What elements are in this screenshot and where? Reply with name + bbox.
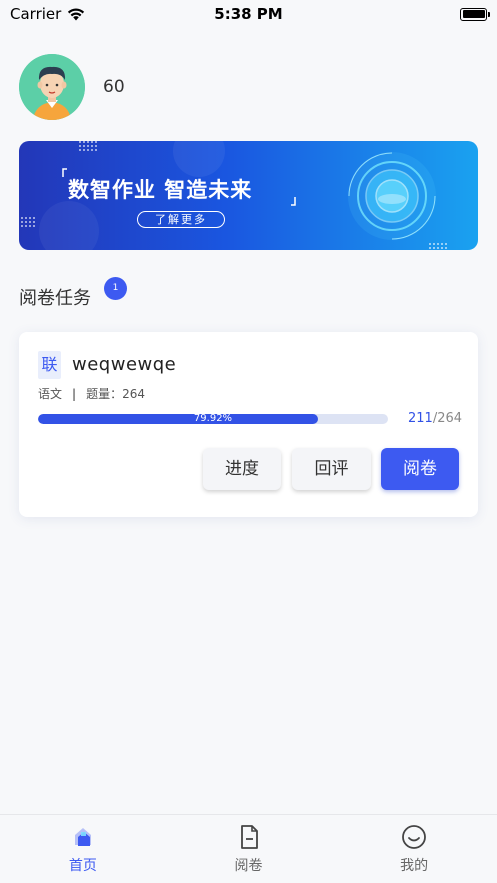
task-count-badge: 1	[104, 277, 127, 300]
task-meta: 语文 | 题量：264	[38, 385, 145, 402]
avatar-illustration	[19, 54, 85, 120]
task-type-tag: 联	[38, 351, 61, 379]
task-subject: 语文	[38, 387, 63, 401]
status-time: 5:38 PM	[214, 5, 283, 23]
tab-grading-label: 阅卷	[234, 858, 263, 874]
task-question-count: 题量：264	[86, 387, 145, 401]
grade-button[interactable]: 阅卷	[381, 448, 459, 490]
profile-header: 60	[19, 54, 125, 120]
meta-separator: |	[72, 386, 77, 401]
section-title: 阅卷任务	[19, 288, 91, 309]
grading-task-card[interactable]: 联 weqwewqe 语文 | 题量：264 79.92% 211/264 进度…	[19, 332, 478, 517]
smiley-icon	[402, 825, 427, 849]
document-icon	[240, 825, 258, 849]
tab-mine[interactable]: 我的	[331, 815, 497, 883]
battery-icon	[460, 7, 490, 21]
progress-total-count: /264	[432, 411, 463, 426]
tab-home-label: 首页	[68, 858, 97, 874]
home-icon	[74, 828, 91, 846]
tab-home[interactable]: 首页	[0, 815, 166, 883]
task-name: weqwewqe	[72, 354, 177, 375]
status-bar: Carrier 5:38 PM	[0, 0, 497, 28]
banner-title: 数智作业 智造未来	[68, 178, 253, 202]
tab-mine-label: 我的	[400, 858, 429, 874]
profile-score: 60	[103, 77, 125, 97]
progress-percent-label: 79.92%	[193, 413, 233, 424]
banner-learn-more-button[interactable]: 了解更多	[137, 211, 225, 228]
progress-count: 211/264	[408, 411, 462, 426]
promo-banner[interactable]: 数智作业 智造未来 了解更多	[19, 141, 478, 250]
tab-grading[interactable]: 阅卷	[166, 815, 332, 883]
progress-button[interactable]: 进度	[203, 448, 281, 490]
review-button[interactable]: 回评	[292, 448, 371, 490]
avatar[interactable]	[19, 54, 85, 120]
progress-done-count: 211	[408, 411, 433, 426]
app-screen: Carrier 5:38 PM 60 数智作业 智造未来 了解更多 阅卷任务 1…	[0, 0, 497, 883]
tab-bar: 首页 阅卷 我的	[0, 814, 497, 883]
